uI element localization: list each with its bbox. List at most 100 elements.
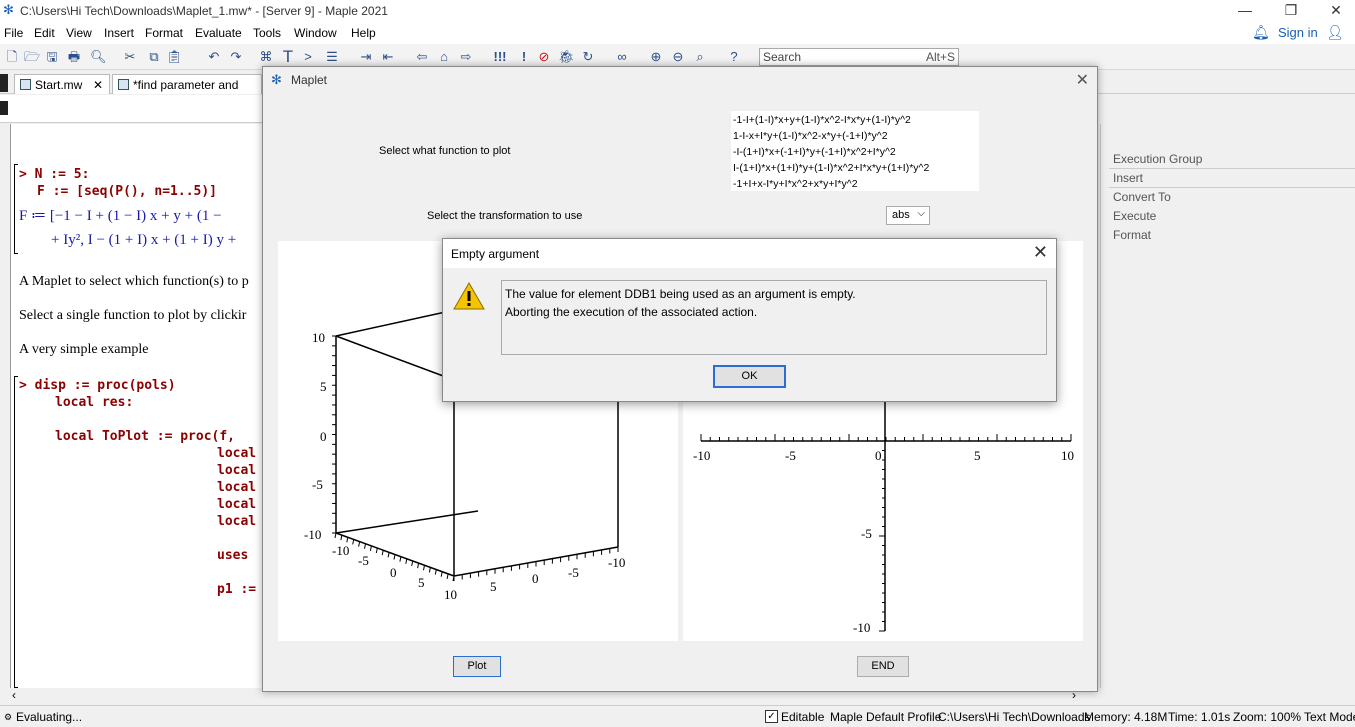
sign-in-link[interactable]: Sign in bbox=[1278, 25, 1318, 40]
axis-tick bbox=[375, 547, 378, 554]
code-line[interactable]: local bbox=[217, 480, 256, 495]
function-item[interactable]: 1-I-x+I*y+(1-I)*x^2-x*y+(-1+I)*y^2 bbox=[733, 128, 977, 144]
context-convert-to[interactable]: Convert To bbox=[1113, 190, 1171, 204]
transform-select[interactable]: abs ⌵ bbox=[886, 206, 930, 225]
menu-window[interactable]: Window bbox=[294, 26, 337, 40]
code-region-icon[interactable]: ⌘ bbox=[258, 49, 274, 65]
zoom-fit-icon[interactable]: ⌕ bbox=[692, 49, 708, 65]
status-mode[interactable]: Text Mode bbox=[1304, 710, 1355, 724]
code-line[interactable]: local bbox=[217, 514, 256, 529]
execute-all-icon[interactable]: !!! bbox=[492, 49, 508, 65]
minimize-button[interactable]: — bbox=[1222, 0, 1268, 22]
close-window-button[interactable]: ✕ bbox=[1313, 0, 1355, 22]
z-tick-label: 0 bbox=[320, 429, 327, 444]
print-icon[interactable]: 🖶 bbox=[66, 49, 82, 65]
context-execute[interactable]: Execute bbox=[1113, 209, 1156, 223]
code-line[interactable]: local bbox=[217, 463, 256, 478]
menu-tools[interactable]: Tools bbox=[253, 26, 281, 40]
menu-insert[interactable]: Insert bbox=[104, 26, 134, 40]
menu-help[interactable]: Help bbox=[351, 26, 376, 40]
function-item[interactable]: -1-I+(1-I)*x+y+(1-I)*x^2-I*x*y+(1-I)*y^2 bbox=[733, 112, 977, 128]
worksheet[interactable]: > N := 5: F := [seq(P(), n=1..5)] F ≔ [−… bbox=[10, 124, 262, 688]
status-editable: Editable bbox=[781, 710, 825, 724]
copy-icon[interactable]: ⧉ bbox=[146, 49, 162, 65]
status-memory: Memory: 4.18M bbox=[1084, 710, 1168, 724]
z-tick-label: -5 bbox=[312, 477, 323, 492]
function-item[interactable]: -1+I+x-I*y+I*x^2+x*y+I*y^2 bbox=[733, 176, 977, 192]
paragraph-icon[interactable]: ☰ bbox=[324, 49, 340, 65]
plot-button[interactable]: Plot bbox=[453, 656, 501, 677]
editable-checkbox[interactable]: ✓ bbox=[765, 710, 778, 723]
tab-label: *find parameter and do tes bbox=[133, 78, 239, 94]
help-icon[interactable]: ? bbox=[726, 49, 742, 65]
paragraph-text[interactable]: Select a single function to plot by clic… bbox=[19, 308, 246, 324]
search-input[interactable]: Search Alt+S bbox=[759, 48, 959, 66]
collapse-arrow-icon[interactable] bbox=[0, 101, 8, 115]
home-icon[interactable]: ⌂ bbox=[436, 49, 452, 65]
cut-icon[interactable]: ✂ bbox=[122, 49, 138, 65]
code-line[interactable]: local bbox=[217, 497, 256, 512]
zoom-out-icon[interactable]: ⊖ bbox=[670, 49, 686, 65]
save-icon[interactable]: 🖫 bbox=[44, 49, 60, 65]
z-tick-label: -10 bbox=[304, 527, 321, 542]
new-file-icon[interactable]: 🗋 bbox=[4, 49, 20, 65]
tab-start[interactable]: Start.mw ✕ bbox=[14, 74, 110, 94]
code-line[interactable]: uses bbox=[217, 548, 248, 563]
scroll-left-icon[interactable]: ‹ bbox=[12, 688, 16, 702]
function-item[interactable]: -I-(1+I)*x+(-1+I)*y+(-1+I)*x^2+I*y^2 bbox=[733, 144, 977, 160]
function-list[interactable]: -1-I+(1-I)*x+y+(1-I)*x^2-I*x*y+(1-I)*y^2… bbox=[731, 111, 979, 191]
menu-edit[interactable]: Edit bbox=[34, 26, 55, 40]
code-line[interactable]: p1 := bbox=[217, 582, 256, 597]
code-line[interactable]: F := [seq(P(), n=1..5)] bbox=[37, 184, 217, 199]
context-format[interactable]: Format bbox=[1113, 228, 1151, 242]
paste-icon[interactable]: 📋︎ bbox=[166, 49, 183, 65]
palette-toggle-icon[interactable] bbox=[0, 74, 8, 92]
status-zoom[interactable]: Zoom: 100% bbox=[1233, 710, 1301, 724]
context-execution-group[interactable]: Execution Group bbox=[1113, 152, 1202, 166]
open-file-icon[interactable]: 🗁 bbox=[24, 49, 40, 65]
function-item[interactable]: I-(1+I)*x+(1+I)*y+(1-I)*x^2+I*x*y+(1+I)*… bbox=[733, 160, 977, 176]
bell-icon[interactable]: 🔔︎ bbox=[1252, 24, 1270, 41]
warning-icon bbox=[453, 281, 485, 310]
axis-tick bbox=[428, 567, 431, 573]
restore-button[interactable]: ❐ bbox=[1268, 0, 1314, 22]
paragraph-text[interactable]: A Maplet to select which function(s) to … bbox=[19, 274, 249, 290]
outdent-icon[interactable]: ⇤ bbox=[380, 49, 396, 65]
back-icon[interactable]: ⇦ bbox=[414, 49, 430, 65]
dialog-close-button[interactable]: ✕ bbox=[1033, 242, 1048, 263]
code-line[interactable]: local res: bbox=[55, 395, 133, 410]
context-separator bbox=[1109, 187, 1355, 188]
user-icon[interactable]: 👤︎ bbox=[1326, 24, 1344, 41]
restart-icon[interactable]: ↻ bbox=[580, 49, 596, 65]
close-tab-icon[interactable]: ✕ bbox=[93, 78, 103, 92]
text-mode-icon[interactable]: T bbox=[280, 48, 296, 65]
execute-icon[interactable]: ! bbox=[516, 49, 532, 65]
execution-group-icon[interactable]: > bbox=[300, 49, 316, 65]
forward-icon[interactable]: ⇨ bbox=[458, 49, 474, 65]
code-line[interactable]: > N := 5: bbox=[19, 167, 89, 182]
ok-button[interactable]: OK bbox=[713, 365, 786, 388]
redo-icon[interactable]: ↷ bbox=[228, 49, 244, 65]
print-preview-icon[interactable]: 🔍︎ bbox=[90, 49, 107, 65]
link-icon[interactable]: ∞ bbox=[614, 49, 630, 65]
tab-find-parameter[interactable]: *find parameter and do tes bbox=[112, 74, 262, 94]
paragraph-text[interactable]: A very simple example bbox=[19, 342, 148, 358]
debug-icon[interactable]: 🐞︎ bbox=[558, 49, 575, 65]
stop-icon[interactable]: ⊘ bbox=[536, 49, 552, 65]
menu-view[interactable]: View bbox=[66, 26, 92, 40]
context-insert[interactable]: Insert bbox=[1113, 171, 1143, 185]
maplet-close-button[interactable]: ✕ bbox=[1076, 70, 1089, 90]
code-line[interactable]: local bbox=[217, 446, 256, 461]
status-profile[interactable]: Maple Default Profile bbox=[830, 710, 941, 724]
indent-icon[interactable]: ⇥ bbox=[358, 49, 374, 65]
zoom-in-icon[interactable]: ⊕ bbox=[648, 49, 664, 65]
end-button[interactable]: END bbox=[857, 656, 909, 677]
undo-icon[interactable]: ↶ bbox=[206, 49, 222, 65]
menu-evaluate[interactable]: Evaluate bbox=[195, 26, 242, 40]
context-separator bbox=[1109, 168, 1355, 169]
group-bracket bbox=[14, 376, 18, 688]
menu-format[interactable]: Format bbox=[145, 26, 183, 40]
menu-file[interactable]: File bbox=[4, 26, 23, 40]
code-line[interactable]: > disp := proc(pols) bbox=[19, 378, 176, 393]
code-line[interactable]: local ToPlot := proc(f, bbox=[55, 429, 235, 444]
